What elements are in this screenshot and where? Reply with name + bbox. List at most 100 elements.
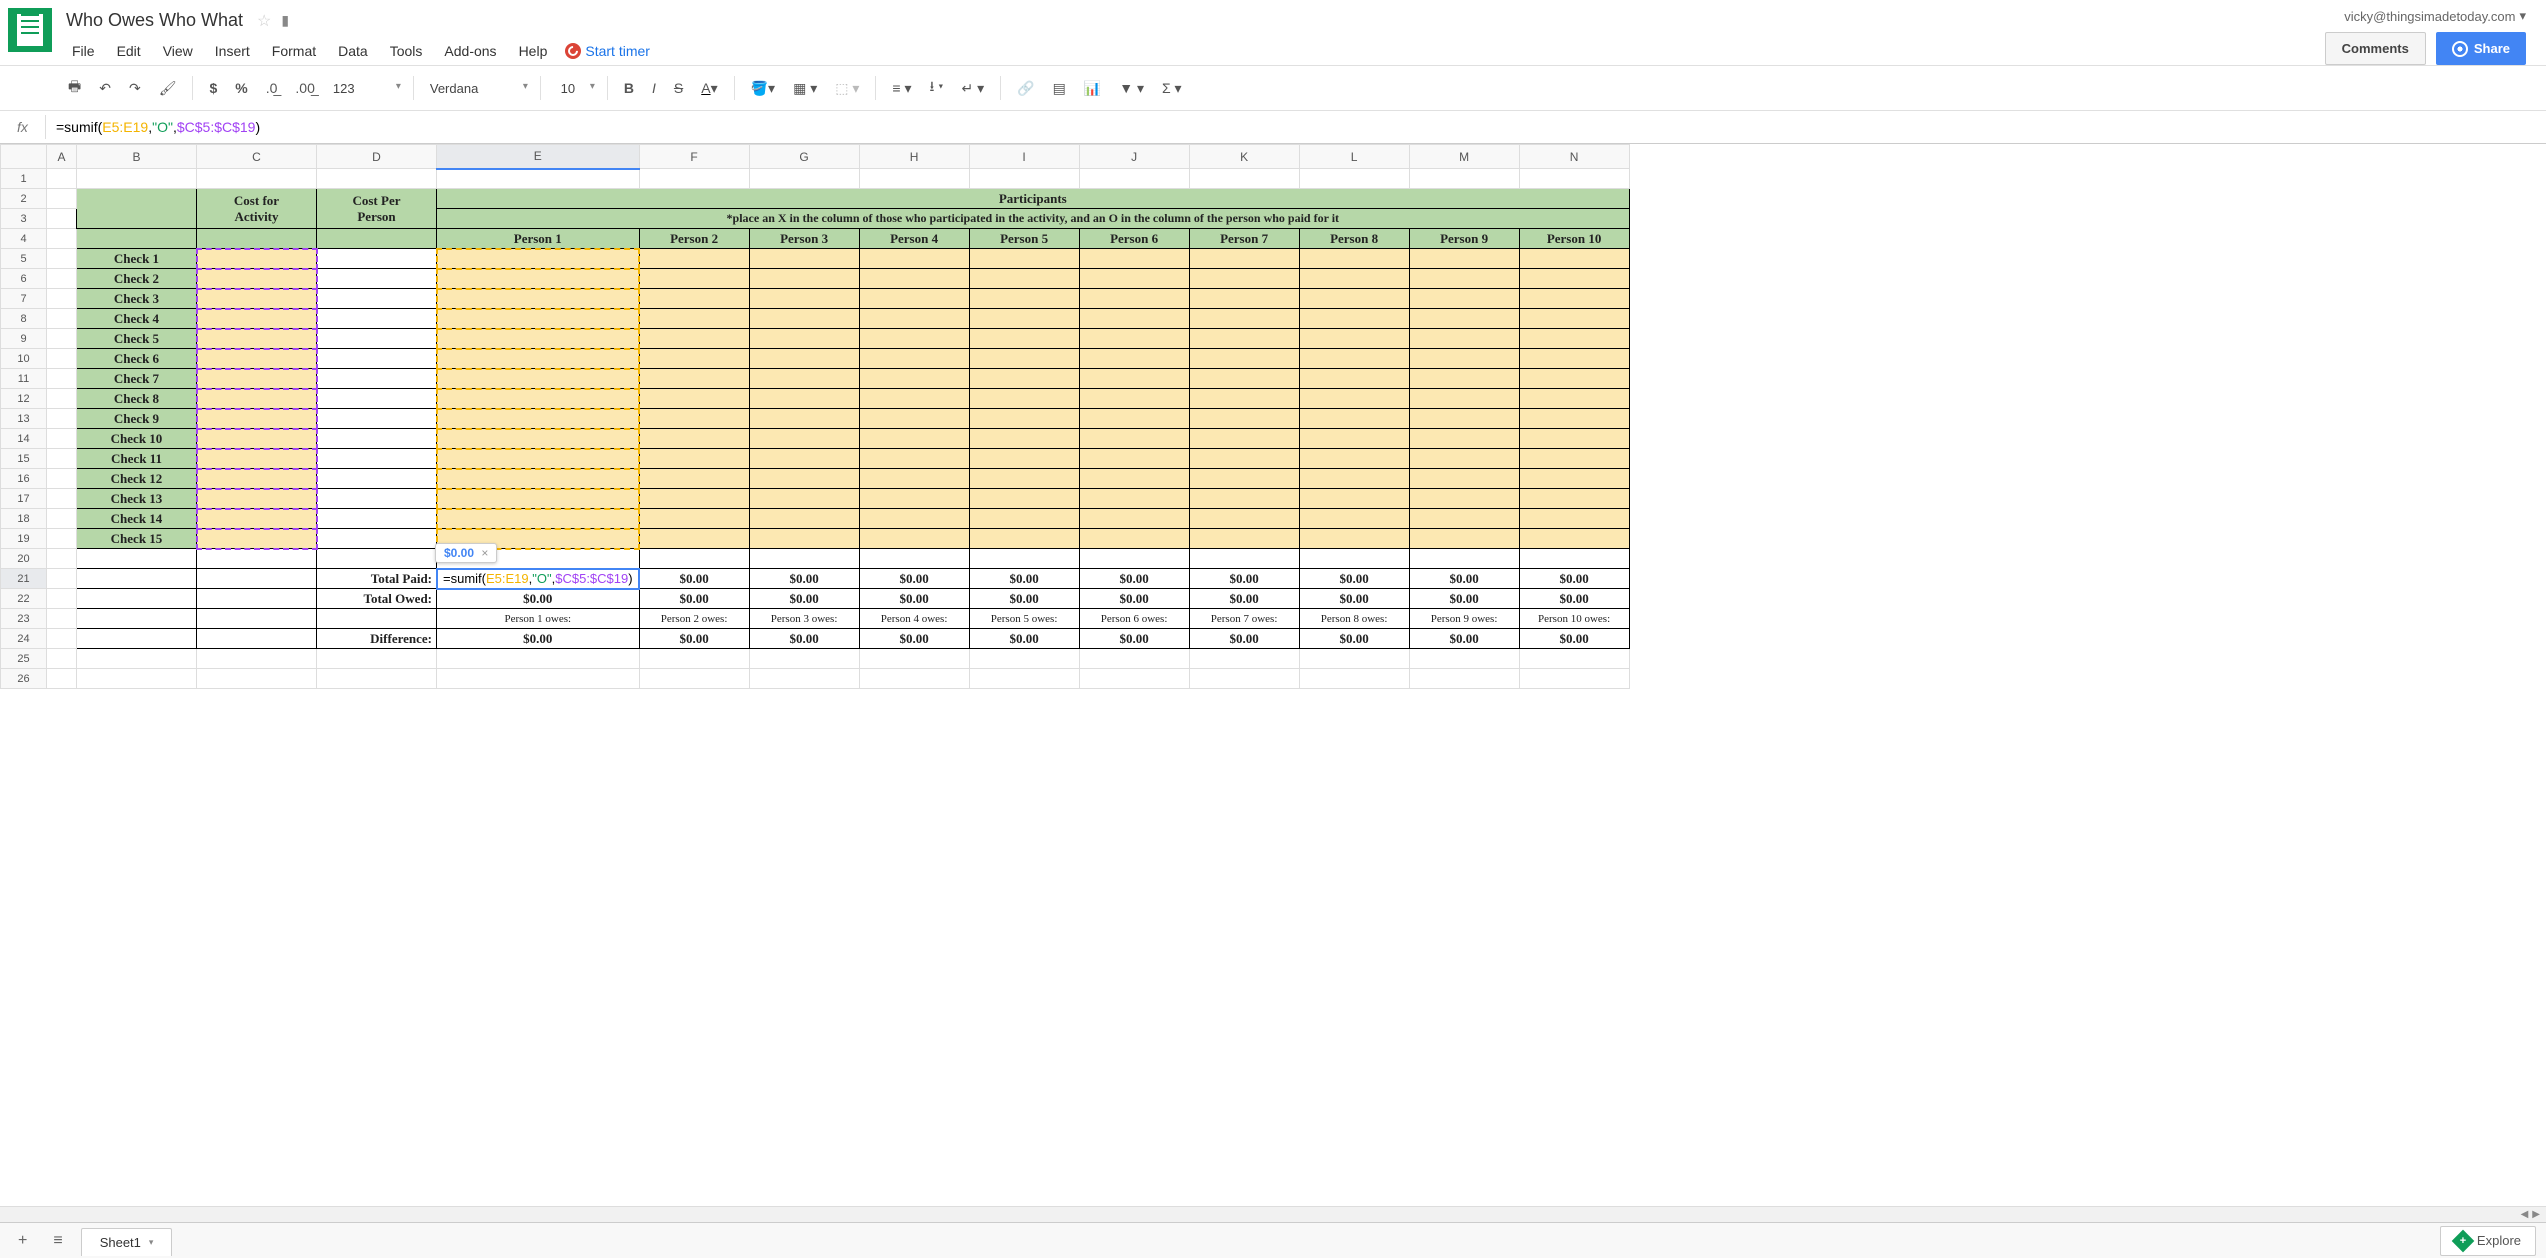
cell[interactable] <box>47 589 77 609</box>
menu-data[interactable]: Data <box>328 39 378 63</box>
row-header-25[interactable]: 25 <box>1 649 47 669</box>
cell[interactable] <box>749 529 859 549</box>
cell[interactable] <box>47 309 77 329</box>
cell[interactable] <box>969 469 1079 489</box>
print-icon[interactable]: 🖶 <box>60 70 89 106</box>
cell[interactable] <box>749 549 859 569</box>
cell[interactable] <box>1519 269 1629 289</box>
person-header-10[interactable]: Person 10 <box>1519 229 1629 249</box>
col-header-H[interactable]: H <box>859 145 969 169</box>
cell[interactable] <box>749 409 859 429</box>
difference-value[interactable]: $0.00 <box>1189 629 1299 649</box>
cell[interactable] <box>1079 369 1189 389</box>
cell[interactable] <box>1079 649 1189 669</box>
cell[interactable] <box>969 169 1079 189</box>
cell[interactable] <box>859 329 969 349</box>
cell[interactable] <box>859 369 969 389</box>
horizontal-scrollbar[interactable]: ◀▶ <box>0 1206 2546 1222</box>
cell[interactable] <box>639 549 749 569</box>
cell[interactable] <box>749 169 859 189</box>
cell-D15[interactable] <box>317 449 437 469</box>
difference-value[interactable]: $0.00 <box>969 629 1079 649</box>
cell[interactable] <box>1409 469 1519 489</box>
bold-icon[interactable]: B <box>616 74 642 102</box>
cell[interactable] <box>749 369 859 389</box>
col-header-C[interactable]: C <box>197 145 317 169</box>
cell[interactable] <box>1409 269 1519 289</box>
cell-D8[interactable] <box>317 309 437 329</box>
owes-label-1[interactable]: Person 1 owes: <box>437 609 640 629</box>
cell[interactable] <box>197 629 317 649</box>
row-header-13[interactable]: 13 <box>1 409 47 429</box>
cell[interactable] <box>1409 509 1519 529</box>
cell-E13[interactable] <box>437 409 640 429</box>
cell-C5[interactable] <box>197 249 317 269</box>
cell[interactable] <box>1519 489 1629 509</box>
cell[interactable] <box>749 289 859 309</box>
row-header-12[interactable]: 12 <box>1 389 47 409</box>
total-owed-value[interactable]: $0.00 <box>1519 589 1629 609</box>
cell-C17[interactable] <box>197 489 317 509</box>
cell[interactable] <box>749 509 859 529</box>
row-header-23[interactable]: 23 <box>1 609 47 629</box>
cell[interactable] <box>47 609 77 629</box>
cell[interactable] <box>47 509 77 529</box>
row-header-24[interactable]: 24 <box>1 629 47 649</box>
cell[interactable] <box>859 249 969 269</box>
total-owed-value[interactable]: $0.00 <box>1189 589 1299 609</box>
cell[interactable] <box>1079 309 1189 329</box>
cell[interactable] <box>1299 349 1409 369</box>
cell-E6[interactable] <box>437 269 640 289</box>
col-header-E[interactable]: E <box>437 145 640 169</box>
cell[interactable] <box>1519 329 1629 349</box>
cell[interactable] <box>1079 249 1189 269</box>
add-sheet-button[interactable]: + <box>10 1228 35 1254</box>
cell[interactable] <box>77 609 197 629</box>
cell[interactable] <box>859 549 969 569</box>
cell-C18[interactable] <box>197 509 317 529</box>
cell-D5[interactable] <box>317 249 437 269</box>
cell[interactable] <box>1519 529 1629 549</box>
cell-C15[interactable] <box>197 449 317 469</box>
cell[interactable] <box>47 629 77 649</box>
cell[interactable] <box>1299 269 1409 289</box>
col-header-G[interactable]: G <box>749 145 859 169</box>
cell[interactable] <box>969 509 1079 529</box>
total-paid-label[interactable]: Total Paid: <box>317 569 437 589</box>
cell-D14[interactable] <box>317 429 437 449</box>
col-header-F[interactable]: F <box>639 145 749 169</box>
cell[interactable] <box>1189 309 1299 329</box>
cell[interactable] <box>1409 349 1519 369</box>
cell[interactable] <box>1189 489 1299 509</box>
participants-header[interactable]: Participants <box>437 189 1630 209</box>
col-header-L[interactable]: L <box>1299 145 1409 169</box>
currency-icon[interactable]: $ <box>201 74 225 102</box>
app-logo[interactable] <box>8 8 52 52</box>
cell[interactable] <box>47 429 77 449</box>
cell[interactable] <box>639 349 749 369</box>
row-header-22[interactable]: 22 <box>1 589 47 609</box>
cell[interactable] <box>749 469 859 489</box>
menu-insert[interactable]: Insert <box>205 39 260 63</box>
cell[interactable] <box>1409 329 1519 349</box>
font-select[interactable]: Verdana <box>422 77 532 100</box>
number-format-select[interactable]: 123 <box>325 77 405 100</box>
cell[interactable] <box>1189 549 1299 569</box>
cell[interactable] <box>47 489 77 509</box>
cell[interactable] <box>77 649 197 669</box>
total-owed-value[interactable]: $0.00 <box>1299 589 1409 609</box>
cell[interactable] <box>859 309 969 329</box>
difference-value[interactable]: $0.00 <box>749 629 859 649</box>
strike-icon[interactable]: S <box>666 74 691 102</box>
owes-label-8[interactable]: Person 8 owes: <box>1299 609 1409 629</box>
cell-C19[interactable] <box>197 529 317 549</box>
cell[interactable] <box>1409 249 1519 269</box>
cell-D16[interactable] <box>317 469 437 489</box>
row-header-3[interactable]: 3 <box>1 209 47 229</box>
cell[interactable] <box>1299 309 1409 329</box>
row-header-21[interactable]: 21 <box>1 569 47 589</box>
cell[interactable] <box>317 649 437 669</box>
cell[interactable] <box>749 449 859 469</box>
cell[interactable] <box>1519 169 1629 189</box>
person-header-4[interactable]: Person 4 <box>859 229 969 249</box>
